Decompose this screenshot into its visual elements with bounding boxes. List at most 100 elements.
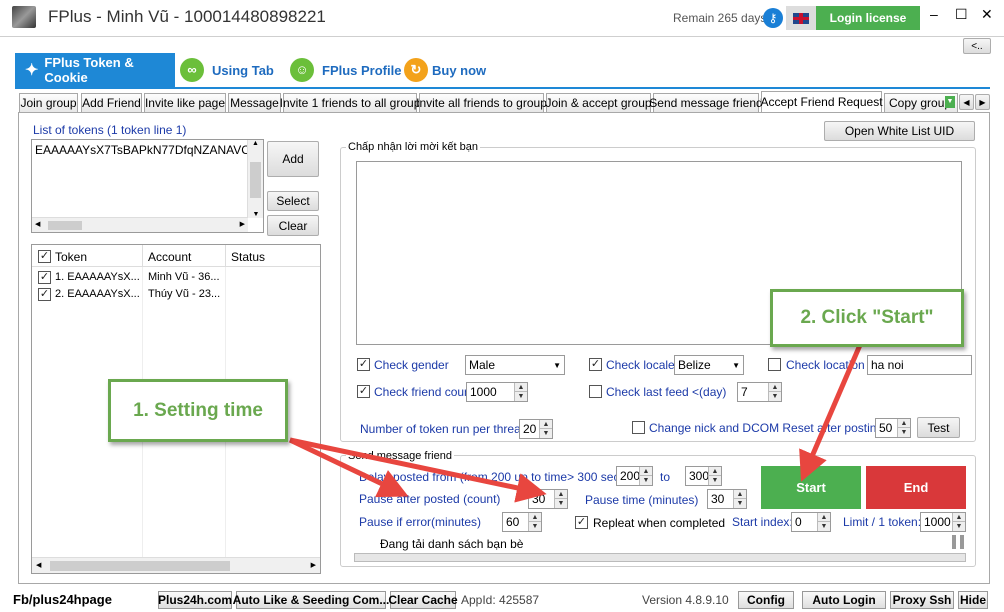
- fb-page-label: Fb/plus24hpage: [13, 592, 112, 607]
- repeat-checkbox[interactable]: ✓: [575, 516, 588, 529]
- close-button[interactable]: ✕: [981, 6, 993, 23]
- tab-buy-now[interactable]: ↻ Buy now: [404, 53, 486, 87]
- end-button[interactable]: End: [866, 466, 966, 509]
- minimize-button[interactable]: –: [930, 6, 938, 22]
- check-location-checkbox[interactable]: [768, 358, 781, 371]
- tokens-textarea[interactable]: EAAAAAYsX7TsBAPkN77DfqNZANAVCf9Z ▲ ▼ ◀ ▶: [31, 139, 264, 233]
- change-nick-input[interactable]: 50 ▲ ▼: [875, 418, 911, 438]
- table-row[interactable]: ✓ 1. EAAAAAYsX... Minh Vũ - 36...: [32, 270, 320, 286]
- tab-token-cookie[interactable]: ✦ FPlus Token & Cookie: [15, 53, 175, 87]
- clear-cache-button[interactable]: Clear Cache: [388, 591, 458, 609]
- tokens-vscroll[interactable]: ▲ ▼: [247, 140, 263, 218]
- maximize-button[interactable]: ☐: [955, 6, 968, 23]
- plus24h-button[interactable]: Plus24h.com: [158, 591, 232, 609]
- tabs-dropdown-icon[interactable]: ▼: [945, 96, 955, 108]
- clear-button[interactable]: Clear: [267, 215, 319, 236]
- select-all-checkbox[interactable]: ✓: [38, 250, 51, 263]
- test-button[interactable]: Test: [917, 417, 960, 438]
- pause-time-spinner[interactable]: ▲ ▼: [733, 490, 746, 508]
- pause-after-spinner[interactable]: ▲ ▼: [554, 490, 567, 508]
- check-friend-count-checkbox[interactable]: ✓: [357, 385, 370, 398]
- last-feed-input[interactable]: 7 ▲ ▼: [737, 382, 782, 402]
- limit-spinner[interactable]: ▲ ▼: [952, 513, 965, 531]
- start-index-value: 0: [795, 515, 802, 529]
- auto-login-button[interactable]: Auto Login: [802, 591, 886, 609]
- start-index-spinner[interactable]: ▲ ▼: [817, 513, 830, 531]
- subtab-invite-1-friend[interactable]: Invite 1 friends to all group: [280, 93, 420, 113]
- table-hscroll[interactable]: ◀ ▶: [32, 557, 320, 573]
- remain-days: Remain 265 days: [673, 11, 767, 25]
- check-locale-checkbox[interactable]: ✓: [589, 358, 602, 371]
- check-locale-label: Check locale: [606, 358, 675, 372]
- locale-dropdown[interactable]: Belize ▼: [674, 355, 744, 375]
- tab-using-tab-label: Using Tab: [212, 62, 274, 78]
- open-whitelist-button[interactable]: Open White List UID: [824, 121, 975, 141]
- threads-input[interactable]: 20 ▲ ▼: [519, 419, 553, 439]
- check-last-feed-checkbox[interactable]: [589, 385, 602, 398]
- limit-input[interactable]: 1000 ▲ ▼: [920, 512, 966, 532]
- tab-using-tab[interactable]: ∞ Using Tab: [180, 53, 274, 87]
- row-checkbox[interactable]: ✓: [38, 288, 51, 301]
- subtab-add-friend[interactable]: Add Friend: [81, 93, 142, 113]
- gender-dropdown[interactable]: Male ▼: [465, 355, 565, 375]
- auto-like-button[interactable]: Auto Like & Seeding Com...: [233, 591, 389, 609]
- subtab-message[interactable]: Message: [228, 93, 281, 113]
- pause-after-input[interactable]: 30 ▲ ▼: [528, 489, 568, 509]
- pause-time-input[interactable]: 30 ▲ ▼: [707, 489, 747, 509]
- pause-error-spinner[interactable]: ▲ ▼: [528, 513, 541, 531]
- login-license-button[interactable]: Login license: [816, 6, 920, 30]
- threads-value: 20: [523, 422, 537, 436]
- subtab-invite-like-page[interactable]: Invite like page: [144, 93, 226, 113]
- pause-after-value: 30: [532, 492, 546, 506]
- delay-from-spinner[interactable]: ▲ ▼: [639, 467, 652, 485]
- tabs-next-icon[interactable]: ▶: [975, 94, 990, 110]
- check-last-feed-label: Check last feed <(day): [606, 385, 727, 399]
- subtab-invite-all-friends[interactable]: Invite all friends to group: [416, 93, 547, 113]
- start-index-label: Start index:: [732, 515, 793, 529]
- link-icon: ∞: [180, 58, 204, 82]
- delay-to-input[interactable]: 300 ▲ ▼: [685, 466, 722, 486]
- pause-error-input[interactable]: 60 ▲ ▼: [502, 512, 542, 532]
- add-button[interactable]: Add: [267, 141, 319, 177]
- pause-error-label: Pause if error(minutes): [359, 515, 482, 529]
- hide-button[interactable]: Hide: [958, 591, 988, 609]
- key-icon[interactable]: ⚷: [763, 8, 783, 28]
- check-gender-checkbox[interactable]: ✓: [357, 358, 370, 371]
- location-input[interactable]: ha noi: [867, 355, 972, 375]
- delay-label: Delay posted from (from 200 up to time> …: [359, 470, 650, 484]
- change-nick-checkbox[interactable]: [632, 421, 645, 434]
- start-button[interactable]: Start: [761, 466, 861, 509]
- pause-time-value: 30: [711, 492, 725, 506]
- tab-fplus-profile[interactable]: ☺ FPlus Profile: [290, 53, 401, 87]
- config-button[interactable]: Config: [738, 591, 794, 609]
- friend-count-spinner[interactable]: ▲ ▼: [514, 383, 527, 401]
- uk-flag-icon[interactable]: [786, 6, 816, 30]
- subtab-send-message-friend[interactable]: Send message friend: [649, 93, 763, 113]
- chevron-down-icon: ▼: [732, 360, 740, 370]
- threads-spinner[interactable]: ▲ ▼: [539, 420, 552, 438]
- title-bar: FPlus - Minh Vũ - 100014480898221 Remain…: [0, 0, 1004, 36]
- collapse-button[interactable]: <..: [963, 38, 991, 54]
- window-title: FPlus - Minh Vũ - 100014480898221: [48, 7, 326, 26]
- accept-group-title: Chấp nhận lời mời kết bạn: [346, 141, 480, 153]
- last-feed-spinner[interactable]: ▲ ▼: [768, 383, 781, 401]
- friend-count-input[interactable]: 1000 ▲ ▼: [466, 382, 528, 402]
- token-icon: ✦: [25, 62, 39, 79]
- proxy-ssh-button[interactable]: Proxy Ssh: [890, 591, 954, 609]
- start-index-input[interactable]: 0 ▲ ▼: [791, 512, 831, 532]
- subtab-join-accept-group[interactable]: Join & accept group: [545, 93, 652, 113]
- limit-value: 1000: [924, 515, 951, 529]
- select-button[interactable]: Select: [267, 191, 319, 211]
- delay-from-input[interactable]: 200 ▲ ▼: [616, 466, 653, 486]
- subtab-accept-friend-request[interactable]: Accept Friend Request: [760, 91, 883, 113]
- repeat-label: Repleat when completed: [593, 516, 726, 530]
- tokens-hscroll[interactable]: ◀ ▶: [32, 217, 248, 232]
- click-start-callout: 2. Click "Start": [770, 289, 964, 347]
- threads-label: Number of token run per thread:: [360, 422, 531, 436]
- table-row[interactable]: ✓ 2. EAAAAAYsX... Thúy Vũ - 23...: [32, 287, 320, 303]
- subtab-join-group[interactable]: Join group: [19, 93, 78, 113]
- change-nick-spinner[interactable]: ▲ ▼: [897, 419, 910, 437]
- tabs-prev-icon[interactable]: ◀: [959, 94, 974, 110]
- row-checkbox[interactable]: ✓: [38, 271, 51, 284]
- delay-to-spinner[interactable]: ▲ ▼: [708, 467, 721, 485]
